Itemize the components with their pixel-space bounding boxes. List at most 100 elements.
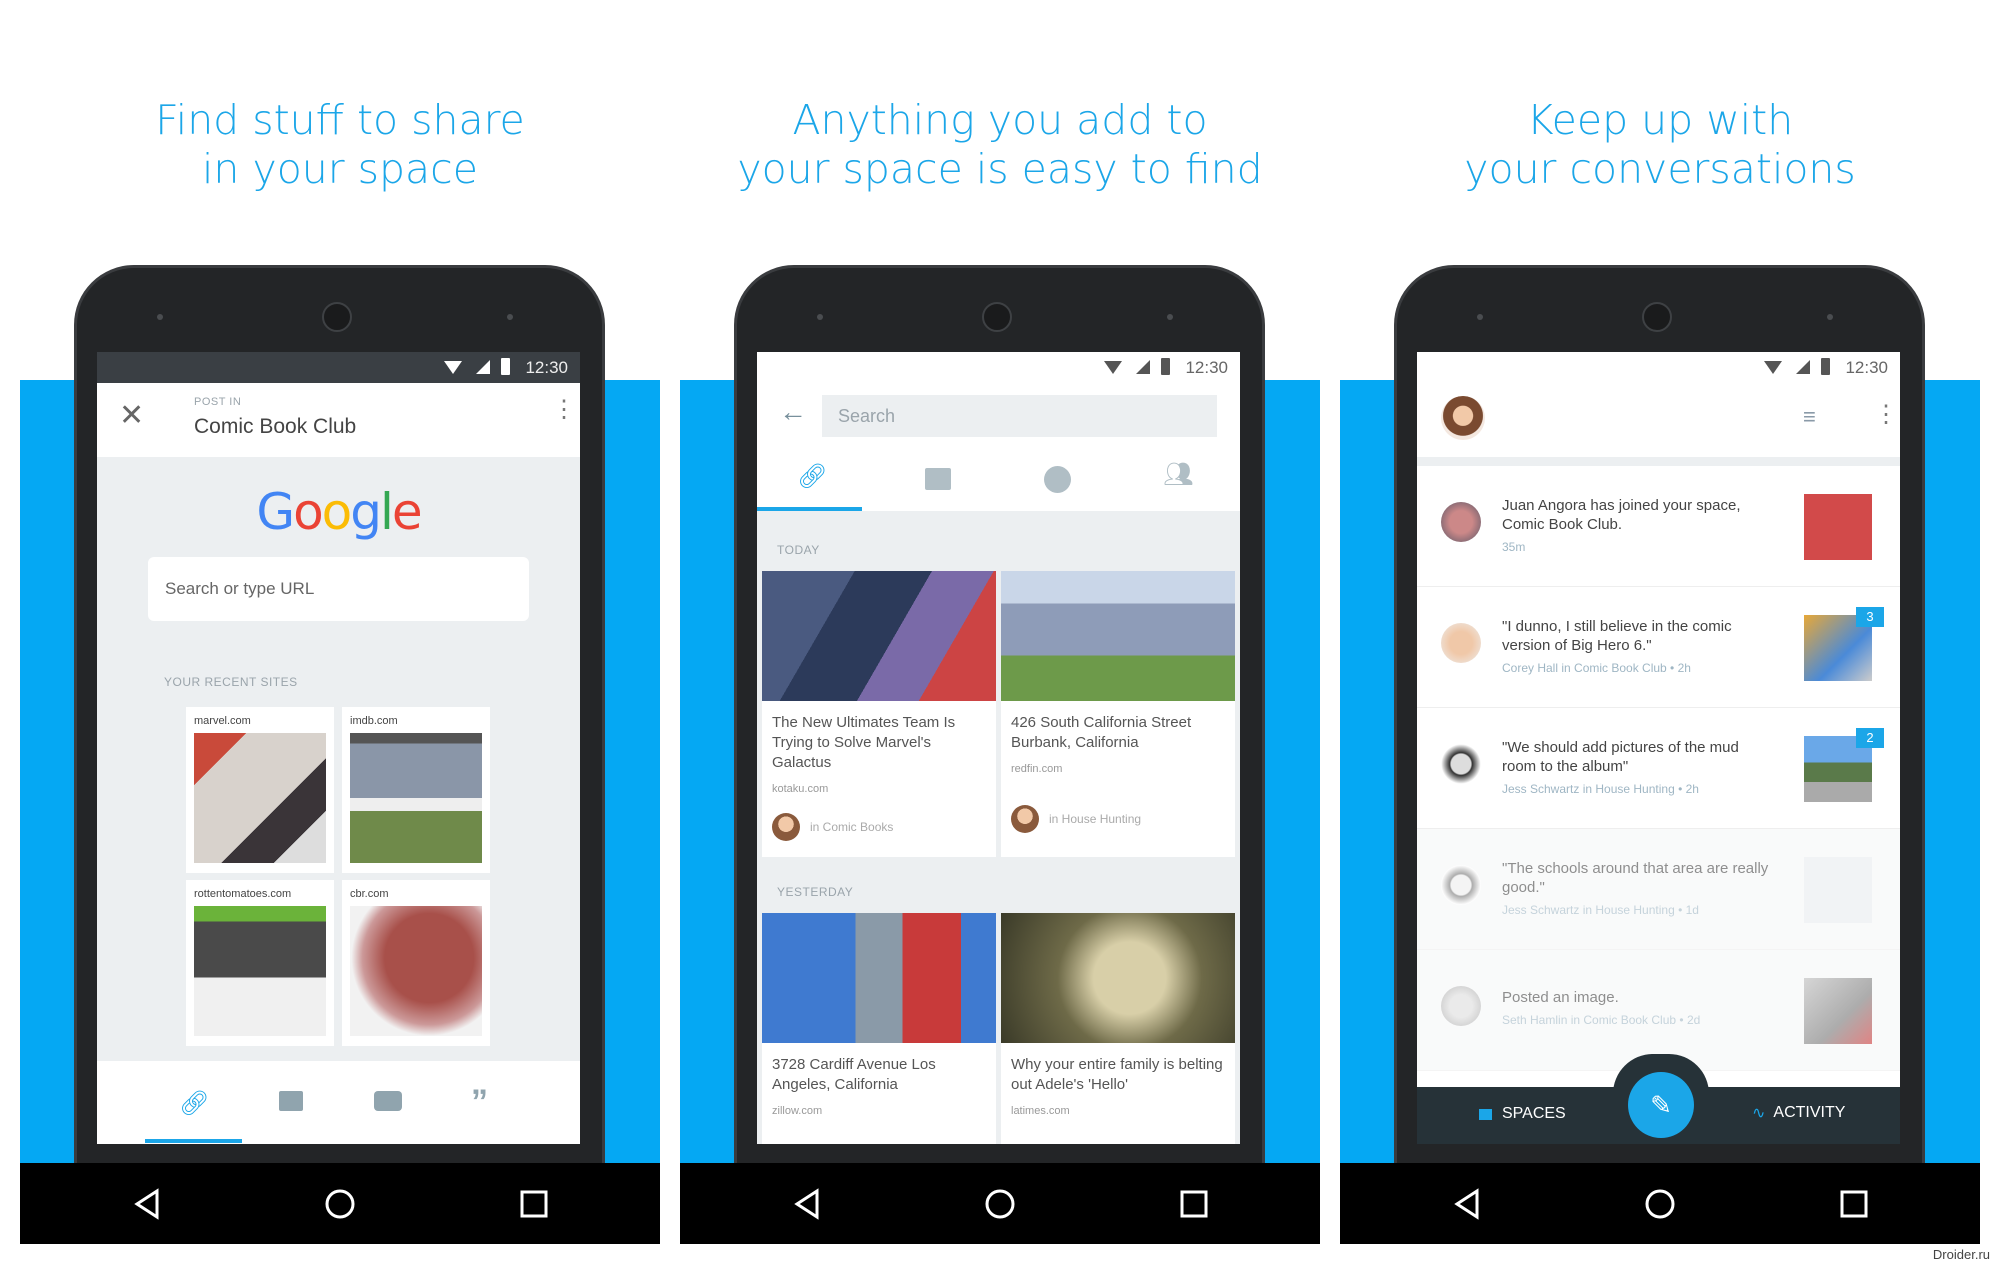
- headline-2: Anything you add to your space is easy to…: [680, 96, 1320, 194]
- signal-icon: [1136, 360, 1150, 374]
- activity-thumbnail: [1804, 978, 1872, 1044]
- recents-nav-icon[interactable]: [1837, 1187, 1871, 1221]
- card-image: [1001, 571, 1235, 701]
- headline-3: Keep up with your conversations: [1340, 96, 1980, 194]
- sort-icon[interactable]: ≡: [1803, 404, 1816, 430]
- video-icon[interactable]: [374, 1091, 402, 1111]
- activity-icon: ∿: [1752, 1105, 1766, 1122]
- card-image: [762, 913, 996, 1043]
- recents-nav-icon[interactable]: [1177, 1187, 1211, 1221]
- url-search-placeholder: Search or type URL: [165, 579, 315, 598]
- image-tab-icon[interactable]: [925, 468, 951, 490]
- headline-line: Find stuff to share: [155, 96, 525, 144]
- battery-icon: [1821, 358, 1830, 375]
- back-arrow-icon[interactable]: ←: [779, 396, 807, 428]
- recent-site-tile[interactable]: imdb.com: [342, 707, 490, 873]
- home-nav-icon[interactable]: [1643, 1187, 1677, 1221]
- activity-tab[interactable]: ∿ ACTIVITY: [1752, 1103, 1845, 1123]
- card-source: zillow.com: [772, 1105, 823, 1117]
- avatar: [1441, 744, 1481, 784]
- activity-text: "The schools around that area are really…: [1502, 860, 1769, 896]
- close-icon[interactable]: ✕: [119, 401, 144, 431]
- sensor-dot: [507, 314, 513, 320]
- android-nav-bar: [680, 1163, 1320, 1244]
- spaces-label: SPACES: [1502, 1105, 1566, 1122]
- activity-item[interactable]: Posted an image. Seth Hamlin in Comic Boo…: [1417, 950, 1900, 1071]
- link-icon[interactable]: 🔗︎: [179, 1089, 209, 1118]
- home-nav-icon[interactable]: [323, 1187, 357, 1221]
- avatar: [1441, 502, 1481, 542]
- divider: [1417, 457, 1900, 466]
- recent-site-tile[interactable]: rottentomatoes.com: [186, 880, 334, 1046]
- count-badge: 2: [1856, 728, 1884, 748]
- recents-nav-icon[interactable]: [517, 1187, 551, 1221]
- section-label-yesterday: YESTERDAY: [777, 885, 854, 899]
- sensor-dot: [157, 314, 163, 320]
- battery-icon: [1161, 358, 1170, 375]
- image-icon[interactable]: [279, 1091, 303, 1111]
- result-card[interactable]: Why your entire family is belting out Ad…: [1001, 913, 1235, 1144]
- wifi-icon: [1764, 361, 1782, 374]
- search-input[interactable]: Search: [822, 395, 1217, 437]
- status-time: 12:30: [1185, 358, 1228, 377]
- back-nav-icon[interactable]: [791, 1187, 825, 1221]
- spaces-tab[interactable]: SPACES: [1479, 1105, 1566, 1123]
- status-time: 12:30: [525, 358, 568, 377]
- more-icon[interactable]: ⋮: [552, 398, 576, 422]
- site-domain: imdb.com: [350, 715, 398, 727]
- camera: [982, 302, 1012, 332]
- recent-site-tile[interactable]: marvel.com: [186, 707, 334, 873]
- back-nav-icon[interactable]: [131, 1187, 165, 1221]
- activity-thumbnail: [1804, 494, 1872, 560]
- result-card[interactable]: 3728 Cardiff Avenue Los Angeles, Califor…: [762, 913, 996, 1144]
- section-label-today: TODAY: [777, 543, 820, 557]
- avatar: [1011, 805, 1039, 833]
- android-nav-bar: [1340, 1163, 1980, 1244]
- card-image: [762, 571, 996, 701]
- screen-search: 12:30 ← Search 🔗︎ 👥︎ TODAY The New Ultim…: [757, 352, 1240, 1144]
- card-title: 426 South California Street Burbank, Cal…: [1011, 714, 1192, 751]
- count-badge: 3: [1856, 607, 1884, 627]
- site-domain: marvel.com: [194, 715, 251, 727]
- headline-line: Anything you add to: [792, 96, 1208, 144]
- video-tab-icon[interactable]: [1044, 466, 1071, 493]
- recent-site-tile[interactable]: cbr.com: [342, 880, 490, 1046]
- activity-item[interactable]: Juan Angora has joined your space, Comic…: [1417, 466, 1900, 587]
- people-tab-icon[interactable]: 👥︎: [1163, 460, 1193, 489]
- avatar: [1441, 623, 1481, 663]
- link-tab-icon[interactable]: 🔗︎: [797, 462, 827, 491]
- card-image: [1001, 913, 1235, 1043]
- activity-item[interactable]: "We should add pictures of the mud room …: [1417, 708, 1900, 829]
- search-placeholder: Search: [838, 406, 896, 426]
- signal-icon: [476, 360, 490, 374]
- compose-fab[interactable]: ✎: [1628, 1072, 1694, 1138]
- home-nav-icon[interactable]: [983, 1187, 1017, 1221]
- activity-meta: Jess Schwartz in House Hunting • 1d: [1502, 903, 1699, 917]
- activity-text: Posted an image.: [1502, 989, 1619, 1006]
- site-domain: cbr.com: [350, 888, 389, 900]
- activity-text: Juan Angora has joined your space, Comic…: [1502, 497, 1741, 533]
- activity-item[interactable]: "I dunno, I still believe in the comic v…: [1417, 587, 1900, 708]
- result-card[interactable]: 426 South California Street Burbank, Cal…: [1001, 571, 1235, 857]
- result-card[interactable]: The New Ultimates Team Is Trying to Solv…: [762, 571, 996, 857]
- phone-1: 12:30 ✕ POST IN Comic Book Club ⋮ Google…: [74, 265, 605, 1163]
- screen-activity: 12:30 ≡ ⋮ Juan Angora has joined your sp…: [1417, 352, 1900, 1144]
- url-search-input[interactable]: Search or type URL: [148, 557, 529, 621]
- wifi-icon: [444, 361, 462, 374]
- app-header: ✕ POST IN Comic Book Club ⋮: [97, 383, 580, 457]
- space-title[interactable]: Comic Book Club: [194, 415, 356, 439]
- phone-3: 12:30 ≡ ⋮ Juan Angora has joined your sp…: [1394, 265, 1925, 1163]
- results-area: TODAY The New Ultimates Team Is Trying t…: [757, 511, 1240, 1144]
- card-space: in House Hunting: [1049, 812, 1142, 826]
- back-nav-icon[interactable]: [1451, 1187, 1485, 1221]
- sensor-dot: [1167, 314, 1173, 320]
- camera: [322, 302, 352, 332]
- user-avatar[interactable]: [1441, 396, 1485, 440]
- activity-item[interactable]: "The schools around that area are really…: [1417, 829, 1900, 950]
- site-thumbnail: [194, 733, 326, 863]
- pencil-icon: ✎: [1650, 1090, 1672, 1120]
- more-icon[interactable]: ⋮: [1874, 400, 1898, 429]
- card-title: The New Ultimates Team Is Trying to Solv…: [772, 714, 956, 771]
- quote-icon[interactable]: ”: [471, 1083, 488, 1122]
- camera: [1642, 302, 1672, 332]
